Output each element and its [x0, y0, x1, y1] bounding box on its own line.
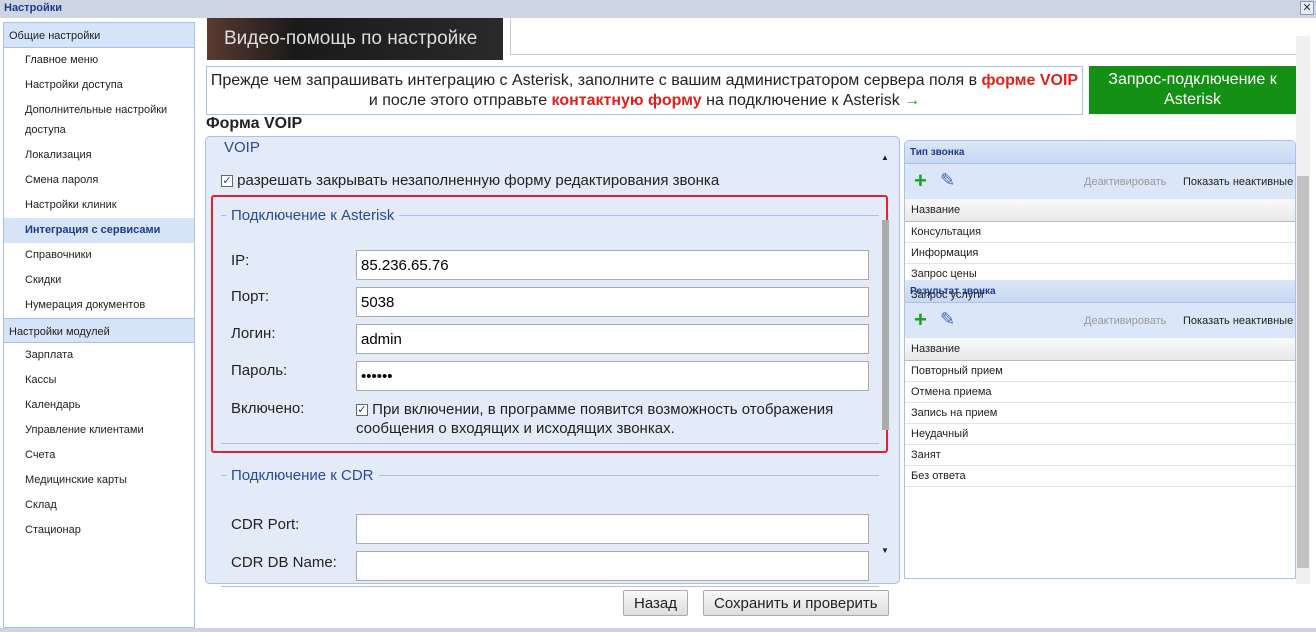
sidebar-item[interactable]: Смена пароля: [4, 168, 194, 193]
list-item[interactable]: Без ответа: [905, 466, 1295, 487]
sidebar-item[interactable]: Дополнительные настройки доступа: [4, 98, 194, 143]
info-notice: Прежде чем запрашивать интеграцию с Aste…: [206, 66, 1083, 115]
column-header[interactable]: Название: [905, 199, 1295, 222]
save-and-check-button[interactable]: Сохранить и проверить: [703, 590, 889, 616]
call-result-toolbar: + ✎ Деактивировать Показать неактивные: [905, 303, 1295, 338]
sidebar-item[interactable]: Интеграция с сервисами: [4, 218, 194, 243]
voip-scrollbar[interactable]: ▲ ▼: [880, 153, 891, 560]
video-frame: [510, 18, 1296, 55]
sidebar-item[interactable]: Настройки доступа: [4, 73, 194, 98]
contact-form-link[interactable]: контактную форму: [552, 92, 702, 109]
voip-legend: VOIP: [224, 139, 260, 156]
sidebar-header-modules[interactable]: Настройки модулей: [4, 318, 194, 343]
sidebar-item[interactable]: Счета: [4, 443, 194, 468]
window-title: Настройки: [4, 2, 63, 14]
call-type-list: КонсультацияИнформацияЗапрос ценыЗапрос …: [905, 222, 1295, 306]
info-text: на подключение к Asterisk: [701, 92, 905, 109]
add-icon[interactable]: +: [914, 168, 927, 194]
sidebar-item[interactable]: Справочники: [4, 243, 194, 268]
pencil-icon[interactable]: ✎: [940, 170, 955, 191]
list-item[interactable]: Запись на прием: [905, 403, 1295, 424]
allow-close-label: разрешать закрывать незаполненную форму …: [237, 172, 720, 189]
sidebar-item[interactable]: Нумерация документов: [4, 293, 194, 318]
cdr-fieldset: Подключение к CDR CDR Port: CDR DB Name:: [221, 467, 879, 587]
call-type-toolbar: + ✎ Деактивировать Показать неактивные: [905, 164, 1295, 199]
cdr-legend: Подключение к CDR: [231, 467, 374, 484]
scroll-up-icon[interactable]: ▲: [881, 153, 889, 162]
list-item[interactable]: Занят: [905, 445, 1295, 466]
cdr-port-input[interactable]: [356, 514, 869, 544]
sidebar-item[interactable]: Медицинские карты: [4, 468, 194, 493]
sidebar: Общие настройки Главное меню Настройки до…: [3, 22, 195, 628]
sidebar-item[interactable]: Главное меню: [4, 48, 194, 73]
call-type-header: Тип звонка: [905, 141, 1295, 164]
sidebar-item[interactable]: Скидки: [4, 268, 194, 293]
pencil-icon[interactable]: ✎: [940, 309, 955, 330]
scroll-thumb[interactable]: [1297, 176, 1309, 568]
cdr-port-label: CDR Port:: [231, 516, 300, 533]
request-connection-button[interactable]: Запрос-подключение к Asterisk: [1089, 66, 1296, 114]
add-icon[interactable]: +: [914, 307, 927, 333]
back-button[interactable]: Назад: [623, 590, 688, 616]
list-item[interactable]: Отмена приема: [905, 382, 1295, 403]
module-items: Зарплата Кассы Календарь Управление клиента…: [4, 343, 194, 543]
info-text: и после этого отправьте: [368, 92, 552, 109]
form-title: Форма VOIP: [206, 115, 303, 132]
video-help-banner[interactable]: Видео-помощь по настройке: [207, 18, 503, 60]
list-item[interactable]: Неудачный: [905, 424, 1295, 445]
scroll-down-icon[interactable]: ▼: [881, 546, 889, 555]
sidebar-item[interactable]: Зарплата: [4, 343, 194, 368]
sidebar-item[interactable]: Настройки клиник: [4, 193, 194, 218]
deactivate-button[interactable]: Деактивировать: [1084, 176, 1166, 188]
cdr-db-input[interactable]: [356, 551, 869, 581]
bottom-bar: [0, 628, 1316, 632]
info-text: Прежде чем запрашивать интеграцию с Aste…: [210, 72, 982, 89]
close-icon[interactable]: ✕: [1300, 1, 1314, 15]
general-items: Главное меню Настройки доступа Дополнитель…: [4, 48, 194, 318]
call-result-list: Повторный прием Отмена приема Запись на пр…: [905, 361, 1295, 487]
sidebar-item[interactable]: Календарь: [4, 393, 194, 418]
right-panel: Тип звонка + ✎ Деактивировать Показать н…: [904, 140, 1296, 579]
allow-close-checkbox[interactable]: ✓: [221, 175, 233, 188]
deactivate-button[interactable]: Деактивировать: [1084, 315, 1166, 327]
voip-form-link[interactable]: форме VOIP: [982, 72, 1079, 89]
title-bar: Настройки ✕: [0, 0, 1316, 18]
show-inactive-button[interactable]: Показать неактивные: [1183, 315, 1293, 327]
sidebar-item[interactable]: Локализация: [4, 143, 194, 168]
sidebar-item[interactable]: Управление клиентами: [4, 418, 194, 443]
list-item[interactable]: Информация: [905, 243, 1295, 264]
list-item[interactable]: Консультация: [905, 222, 1295, 243]
show-inactive-button[interactable]: Показать неактивные: [1183, 176, 1293, 188]
sidebar-item[interactable]: Кассы: [4, 368, 194, 393]
column-header[interactable]: Название: [905, 338, 1295, 361]
allow-close-row: ✓ разрешать закрывать незаполненную форм…: [221, 172, 719, 189]
highlight-box: [211, 195, 888, 453]
page-scrollbar[interactable]: [1296, 36, 1310, 584]
sidebar-item[interactable]: Стационар: [4, 518, 194, 543]
list-item[interactable]: Повторный прием: [905, 361, 1295, 382]
scroll-thumb[interactable]: [882, 220, 889, 430]
sidebar-item[interactable]: Склад: [4, 493, 194, 518]
sidebar-header-general[interactable]: Общие настройки: [4, 23, 194, 48]
arrow-icon: →: [904, 92, 921, 109]
cdr-db-label: CDR DB Name:: [231, 554, 337, 571]
